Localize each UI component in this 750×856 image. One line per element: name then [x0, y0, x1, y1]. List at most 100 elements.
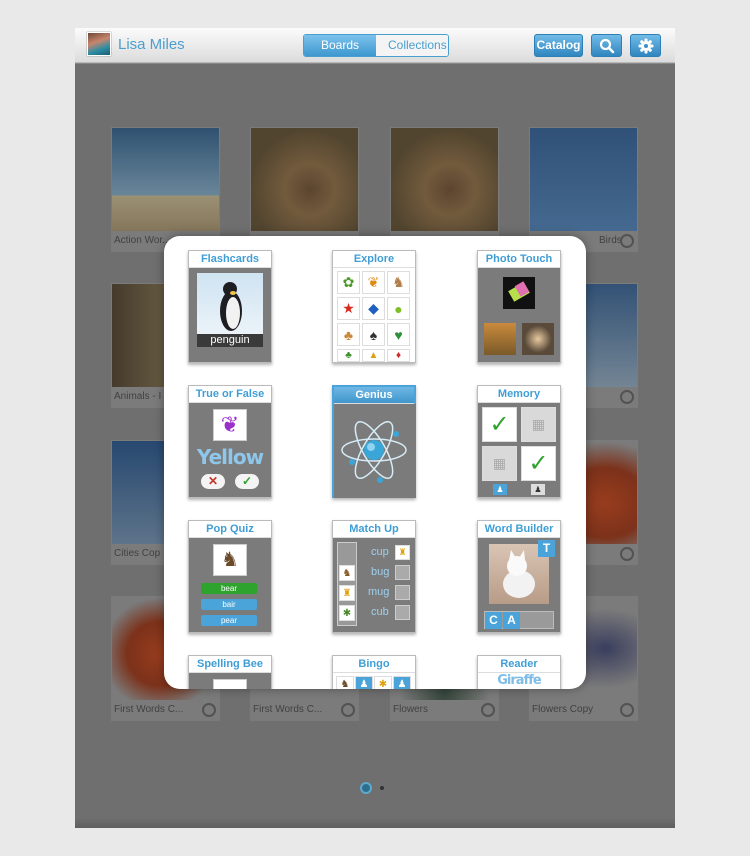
memory-card-revealed[interactable]: ✓ — [482, 407, 517, 442]
match-slot[interactable] — [395, 565, 410, 580]
butterfly-icon: ❦ — [213, 409, 247, 441]
toucan-icon: ▲ — [362, 349, 385, 362]
cup-icon: ♜ — [395, 545, 410, 560]
user-name[interactable]: Lisa Miles — [118, 36, 185, 53]
activity-preview: ♞ bear bair pear — [189, 538, 271, 632]
bingo-cell[interactable]: ♞ — [336, 676, 354, 689]
activity-word-builder[interactable]: Word Builder T C A — [477, 520, 561, 633]
activity-flashcards[interactable]: Flashcards penguin — [188, 250, 272, 363]
view-switcher: Boards Collections — [303, 34, 449, 57]
bingo-cell-marked[interactable]: ♟ — [393, 676, 411, 689]
letter-tile[interactable]: T — [538, 540, 555, 557]
activity-title: Memory — [478, 386, 560, 403]
activity-true-or-false[interactable]: True or False ❦ Yellow ✕ ✓ — [188, 385, 272, 498]
activity-preview — [334, 404, 416, 498]
fish-icon: ◆ — [362, 297, 385, 320]
activity-title: Genius — [334, 387, 414, 404]
tab-boards[interactable]: Boards — [304, 35, 376, 56]
bird-icon: ✈ — [213, 679, 247, 689]
activity-genius[interactable]: Genius — [332, 385, 416, 498]
strawberry-icon: ♦ — [387, 349, 410, 362]
atom-icon — [341, 420, 407, 483]
match-word[interactable]: mug — [368, 586, 389, 598]
memory-card-revealed[interactable]: ✓ — [521, 446, 556, 481]
activity-title: True or False — [189, 386, 271, 403]
activity-preview: T C A — [478, 538, 560, 632]
tab-collections[interactable]: Collections — [376, 35, 448, 56]
match-word[interactable]: bug — [371, 566, 389, 578]
activity-bingo[interactable]: Bingo ♞ ♟ ✱ ♟ — [332, 655, 416, 689]
match-word[interactable]: cub — [371, 606, 389, 618]
match-slot[interactable] — [395, 605, 410, 620]
memory-card-hidden[interactable]: ▦ — [482, 446, 517, 481]
activity-reader[interactable]: Reader Giraffe — [477, 655, 561, 689]
activity-preview: penguin — [189, 268, 271, 362]
gear-icon — [638, 38, 653, 54]
false-button[interactable]: ✕ — [201, 474, 225, 489]
activity-memory[interactable]: Memory ✓ ▦ ▦ ✓ ♟ ♟ — [477, 385, 561, 498]
bear-icon: ♞ — [213, 544, 247, 576]
dog-icon: ♣ — [337, 323, 360, 346]
activity-title: Match Up — [333, 521, 415, 538]
starfish-icon: ★ — [337, 297, 360, 320]
activity-title: Reader — [478, 656, 560, 673]
animal-photo — [522, 323, 554, 355]
activity-title: Pop Quiz — [189, 521, 271, 538]
plant-icon: ♣ — [337, 349, 360, 362]
flashcard-caption: penguin — [197, 334, 263, 347]
activity-explore[interactable]: Explore ✿ ❦ ♞ ★ ◆ ● ♣ ♠ ♥ ♣ ▲ ♦ — [332, 250, 416, 363]
frog-icon: ● — [387, 297, 410, 320]
search-button[interactable] — [591, 34, 622, 57]
true-button[interactable]: ✓ — [235, 474, 259, 489]
match-slot[interactable] — [395, 585, 410, 600]
activity-spelling-bee[interactable]: Spelling Bee ✈ — [188, 655, 272, 689]
activity-title: Word Builder — [478, 521, 560, 538]
player-two-icon: ♟ — [531, 484, 545, 495]
letter-tile[interactable]: C — [485, 612, 502, 629]
activity-photo-touch[interactable]: Photo Touch — [477, 250, 561, 363]
bottom-shade — [75, 818, 675, 828]
settings-button[interactable] — [630, 34, 661, 57]
eraser-image — [503, 277, 535, 309]
quiz-option[interactable]: bair — [201, 599, 257, 610]
bingo-cell-marked[interactable]: ♟ — [355, 676, 373, 689]
top-bar: Lisa Miles Boards Collections Catalog — [75, 28, 675, 63]
avatar[interactable] — [87, 32, 111, 56]
prompt-word: Yellow — [196, 445, 264, 469]
page-dot-active[interactable] — [360, 782, 372, 794]
catalog-button[interactable]: Catalog — [534, 34, 583, 57]
match-word[interactable]: cup — [371, 546, 389, 558]
letter-tile[interactable]: A — [503, 612, 520, 629]
activity-preview — [478, 268, 560, 362]
mug-icon: ♜ — [339, 585, 355, 601]
butterfly-icon: ❦ — [362, 271, 385, 294]
quiz-option-correct[interactable]: bear — [201, 583, 257, 594]
quiz-option[interactable]: pear — [201, 615, 257, 626]
activity-preview: ✓ ▦ ▦ ✓ ♟ ♟ — [478, 403, 560, 497]
cat-icon: ♞ — [387, 271, 410, 294]
cub-icon: ♞ — [339, 565, 355, 581]
activity-preview: ✈ — [189, 673, 271, 689]
memory-card-hidden[interactable]: ▦ — [521, 407, 556, 442]
activity-title: Flashcards — [189, 251, 271, 268]
parrot-icon: ♥ — [387, 323, 410, 346]
activity-preview: ❦ Yellow ✕ ✓ — [189, 403, 271, 497]
activity-preview: Giraffe — [478, 673, 560, 689]
activity-preview: ✿ ❦ ♞ ★ ◆ ● ♣ ♠ ♥ ♣ ▲ ♦ — [333, 268, 415, 362]
animal-photo — [484, 323, 516, 355]
activity-title: Explore — [333, 251, 415, 268]
activity-preview: ♞ ♜ ✱ cup bug mug cub ♜ — [333, 538, 415, 632]
page-indicator — [360, 782, 384, 794]
page-dot[interactable] — [380, 786, 384, 790]
search-icon — [599, 38, 614, 54]
bug-icon: ✱ — [339, 605, 355, 621]
activity-pop-quiz[interactable]: Pop Quiz ♞ bear bair pear — [188, 520, 272, 633]
activity-title: Photo Touch — [478, 251, 560, 268]
app-screen: Action Wor... Birds Animals - I Cities C… — [75, 28, 675, 828]
bingo-cell[interactable]: ✱ — [374, 676, 392, 689]
activity-preview: ♞ ♟ ✱ ♟ — [333, 673, 415, 689]
activity-title: Spelling Bee — [189, 656, 271, 673]
player-one-icon: ♟ — [493, 484, 507, 495]
activity-match-up[interactable]: Match Up ♞ ♜ ✱ cup bug mug cub ♜ — [332, 520, 416, 633]
activity-picker: Flashcards penguin Explore ✿ ❦ ♞ ★ ◆ ● ♣… — [164, 236, 586, 689]
